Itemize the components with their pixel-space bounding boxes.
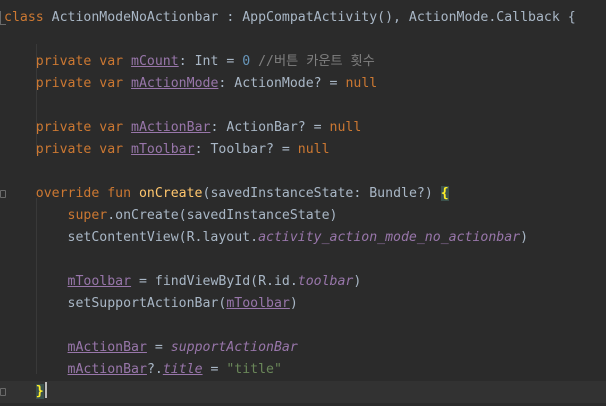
code-token: mToolbar — [131, 142, 195, 157]
code-line[interactable]: mToolbar = findViewById(R.id.toolbar) — [0, 271, 606, 293]
code-token: ?. — [146, 362, 163, 377]
code-token: .onCreate(savedInstanceState) — [107, 208, 338, 223]
text-caret — [44, 382, 47, 398]
code-token: : ActionBar? = — [210, 120, 330, 135]
code-line[interactable] — [0, 95, 606, 117]
code-line[interactable] — [0, 161, 606, 183]
code-token: ActionModeNoActionbar : AppCompatActivit… — [43, 10, 576, 25]
code-token: null — [329, 120, 362, 135]
code-line[interactable]: setContentView(R.layout.activity_action_… — [0, 227, 606, 249]
code-token: mToolbar — [226, 296, 290, 311]
code-line[interactable]: mActionBar?.title = "title" — [0, 359, 606, 381]
code-token: activity_action_mode_no_actionbar — [258, 230, 521, 245]
code-text: setContentView(R.layout.activity_action_… — [4, 227, 529, 249]
code-token: super — [4, 208, 108, 223]
code-token: ) — [353, 274, 362, 289]
code-token: "title" — [226, 362, 282, 377]
code-token: supportActionBar — [170, 340, 298, 355]
code-text: setSupportActionBar(mToolbar) — [4, 293, 298, 315]
code-token: ) — [289, 296, 298, 311]
code-token: = findViewById(R.id. — [131, 274, 298, 289]
code-token: setSupportActionBar( — [4, 296, 227, 311]
code-line[interactable] — [0, 315, 606, 337]
code-text: class ActionModeNoActionbar : AppCompatA… — [4, 7, 576, 29]
code-text: mToolbar = findViewById(R.id.toolbar) — [4, 271, 362, 293]
code-token: mActionMode — [131, 76, 219, 91]
code-token: private var — [4, 76, 132, 91]
code-line[interactable]: } — [0, 381, 606, 403]
code-token: null — [297, 142, 330, 157]
code-token: : Toolbar? = — [194, 142, 298, 157]
code-token: private var — [4, 142, 132, 157]
code-token: 0 — [242, 54, 251, 69]
code-token: = — [146, 340, 171, 355]
code-line[interactable]: private var mCount: Int = 0 //버튼 카운트 횟수 — [0, 51, 606, 73]
code-line[interactable]: override fun onCreate(savedInstanceState… — [0, 183, 606, 205]
code-token: onCreate — [138, 186, 203, 201]
code-text: } — [4, 381, 47, 403]
code-token: mActionBar — [131, 120, 211, 135]
code-token: override fun — [4, 186, 139, 201]
code-token: } — [35, 384, 44, 399]
code-line[interactable]: class ActionModeNoActionbar : AppCompatA… — [0, 7, 606, 29]
code-text: private var mActionBar: ActionBar? = nul… — [4, 117, 362, 139]
code-token: private var — [4, 120, 132, 135]
code-text: override fun onCreate(savedInstanceState… — [4, 183, 449, 205]
code-token: : ActionMode? = — [218, 76, 346, 91]
code-line[interactable] — [0, 249, 606, 271]
code-line[interactable]: setSupportActionBar(mToolbar) — [0, 293, 606, 315]
code-editor[interactable]: class ActionModeNoActionbar : AppCompatA… — [0, 0, 606, 406]
code-token: setContentView(R.layout. — [4, 230, 259, 245]
code-token: null — [345, 76, 378, 91]
code-token: title — [162, 362, 203, 377]
code-token: = — [202, 362, 227, 377]
code-text: private var mActionMode: ActionMode? = n… — [4, 73, 377, 95]
code-token: { — [440, 186, 449, 201]
code-token: private var — [4, 54, 132, 69]
code-token: class — [4, 10, 44, 25]
code-token: (savedInstanceState: Bundle?) — [202, 186, 441, 201]
code-text: mActionBar = supportActionBar — [4, 337, 298, 359]
code-line[interactable]: private var mToolbar: Toolbar? = null — [0, 139, 606, 161]
code-text: mActionBar?.title = "title" — [4, 359, 282, 381]
code-token: mActionBar — [67, 362, 147, 377]
code-text: private var mToolbar: Toolbar? = null — [4, 139, 330, 161]
code-line[interactable]: mActionBar = supportActionBar — [0, 337, 606, 359]
code-line[interactable] — [0, 29, 606, 51]
code-line[interactable]: private var mActionBar: ActionBar? = nul… — [0, 117, 606, 139]
code-line[interactable]: super.onCreate(savedInstanceState) — [0, 205, 606, 227]
code-token: ) — [520, 230, 529, 245]
code-token: toolbar — [297, 274, 354, 289]
code-token: : Int = — [178, 54, 243, 69]
code-line[interactable]: private var mActionMode: ActionMode? = n… — [0, 73, 606, 95]
code-token: //버튼 카운트 횟수 — [250, 54, 375, 69]
code-token: mActionBar — [67, 340, 147, 355]
code-text: private var mCount: Int = 0 //버튼 카운트 횟수 — [4, 51, 375, 73]
code-token: mCount — [131, 54, 179, 69]
code-token: mToolbar — [67, 274, 132, 289]
code-text: super.onCreate(savedInstanceState) — [4, 205, 338, 227]
